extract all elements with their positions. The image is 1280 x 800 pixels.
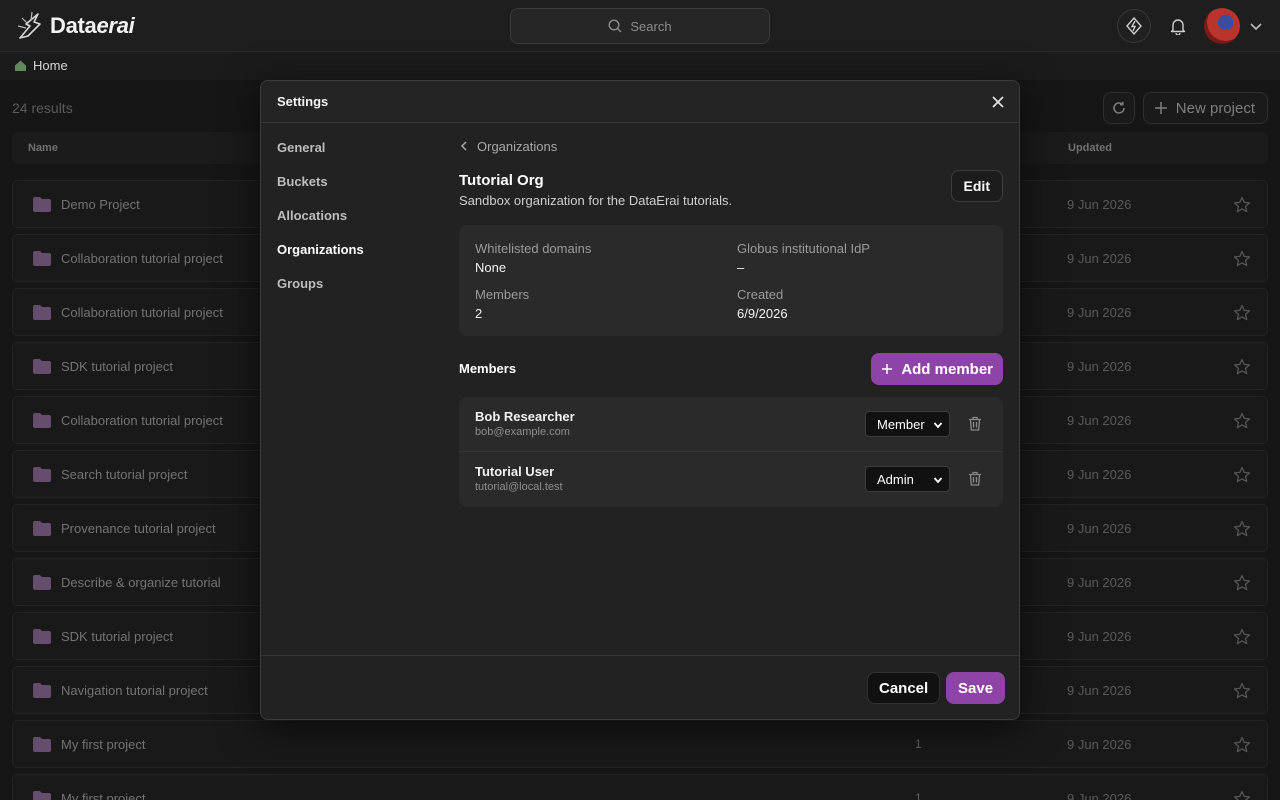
role-value: Member — [877, 416, 925, 432]
home-icon — [15, 60, 26, 71]
breadcrumb[interactable]: Home — [14, 58, 68, 73]
cancel-button[interactable]: Cancel — [867, 672, 941, 704]
trash-icon[interactable] — [968, 471, 982, 486]
whitelisted-domains: Whitelisted domains None — [475, 241, 591, 275]
logo-icon — [17, 11, 41, 39]
chevron-down-icon — [933, 477, 943, 484]
dialog-header: Settings — [261, 81, 1019, 123]
top-bar: Dataerai Search — [0, 0, 1280, 52]
notifications-button[interactable] — [1161, 9, 1195, 43]
created-value: 6/9/2026 — [737, 306, 788, 321]
role-select[interactable]: Admin — [865, 466, 950, 492]
member-email: bob@example.com — [475, 426, 570, 438]
org-description: Sandbox organization for the DataErai tu… — [459, 193, 733, 208]
user-avatar[interactable] — [1204, 8, 1240, 44]
nav-buckets[interactable]: Buckets — [277, 173, 364, 207]
members-heading: Members — [459, 361, 517, 376]
chevron-down-icon — [933, 422, 943, 429]
search-icon — [608, 19, 622, 33]
bell-icon — [1170, 19, 1186, 35]
nav-general[interactable]: General — [277, 139, 364, 173]
members-count-label: Members — [475, 287, 530, 302]
search-placeholder: Search — [630, 18, 672, 34]
nav-groups[interactable]: Groups — [277, 275, 364, 309]
search-input[interactable]: Search — [510, 8, 770, 44]
member-row: Bob Researcher bob@example.com Member — [459, 397, 1003, 452]
plus-icon — [882, 364, 893, 374]
globus-idp-value: – — [737, 260, 745, 275]
dialog-footer: Cancel Save — [261, 655, 1019, 719]
created-date: Created 6/9/2026 — [737, 287, 788, 321]
close-button[interactable] — [989, 93, 1007, 111]
settings-nav: General Buckets Allocations Organization… — [277, 139, 364, 309]
whitelisted-domains-value: None — [475, 260, 507, 275]
back-to-organizations[interactable]: Organizations — [459, 137, 1003, 155]
app-logo[interactable]: Dataerai — [16, 10, 135, 42]
nav-organizations[interactable]: Organizations — [277, 241, 364, 275]
members-list: Bob Researcher bob@example.com Member Tu… — [459, 397, 1003, 507]
breadcrumb-home[interactable]: Home — [33, 58, 68, 73]
app-name: Dataerai — [50, 13, 135, 38]
member-row: Tutorial User tutorial@local.test Admin — [459, 452, 1003, 507]
settings-dialog: Settings General Buckets Allocations Org… — [260, 80, 1020, 720]
bolt-icon — [1126, 17, 1142, 35]
switch-icon-button[interactable] — [1117, 9, 1151, 43]
org-name: Tutorial Org — [459, 172, 544, 189]
role-select[interactable]: Member — [865, 411, 950, 437]
member-email: tutorial@local.test — [475, 481, 563, 493]
dialog-title: Settings — [277, 94, 329, 109]
trash-icon[interactable] — [968, 416, 982, 431]
save-button[interactable]: Save — [946, 672, 1006, 704]
close-icon — [992, 96, 1004, 108]
nav-allocations[interactable]: Allocations — [277, 207, 364, 241]
chevron-down-icon[interactable] — [1248, 18, 1264, 34]
chevron-left-icon — [460, 141, 467, 151]
back-label: Organizations — [477, 138, 558, 154]
add-member-button[interactable]: Add member — [871, 353, 1003, 385]
member-name: Bob Researcher — [475, 409, 575, 424]
member-name: Tutorial User — [475, 464, 555, 479]
add-member-label: Add member — [901, 360, 993, 378]
whitelisted-domains-label: Whitelisted domains — [475, 241, 592, 256]
edit-button[interactable]: Edit — [950, 170, 1003, 202]
created-label: Created — [737, 287, 784, 302]
organization-detail: Organizations Tutorial Org Sandbox organ… — [459, 137, 1003, 507]
members-count: Members 2 — [475, 287, 529, 321]
role-value: Admin — [877, 471, 914, 487]
members-count-value: 2 — [475, 306, 483, 321]
globus-idp-label: Globus institutional IdP — [737, 241, 870, 256]
org-info-card: Whitelisted domains None Globus institut… — [459, 225, 1003, 336]
globus-idp: Globus institutional IdP – — [737, 241, 870, 275]
